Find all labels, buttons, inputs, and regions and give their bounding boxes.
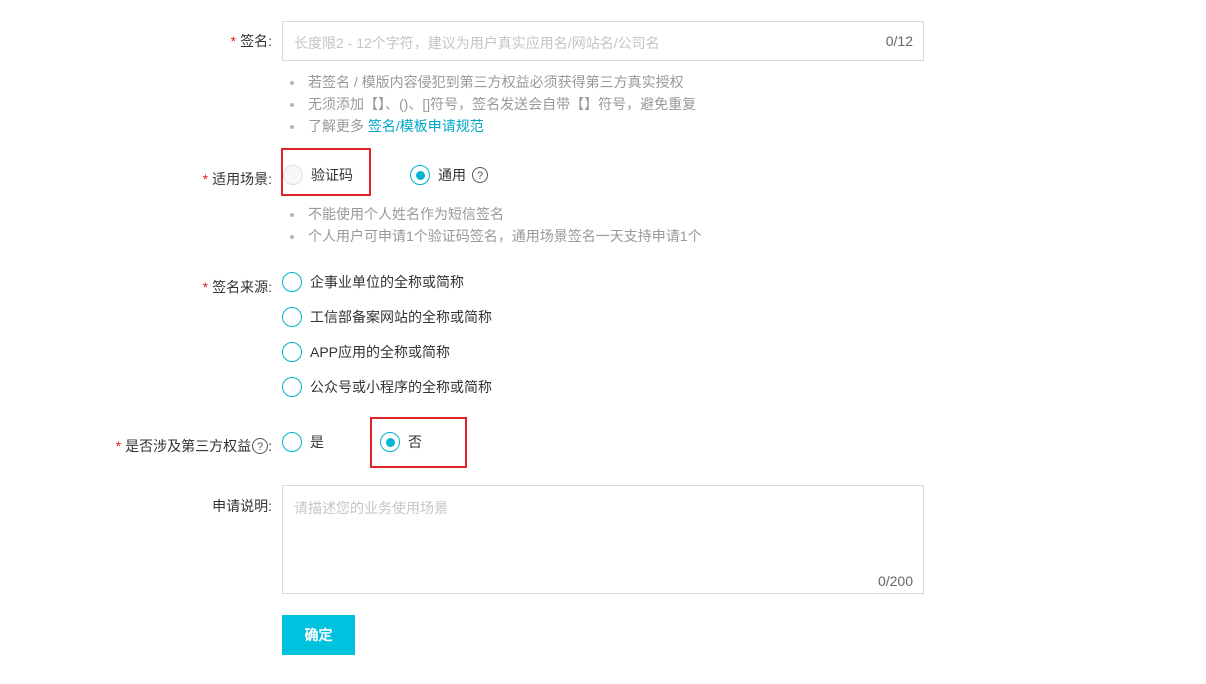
scenario-option-verification-code[interactable]: 验证码	[283, 164, 353, 186]
signature-label: * 签名:	[231, 31, 272, 51]
signature-char-counter: 0/12	[885, 33, 913, 49]
option-label: 企事业单位的全称或简称	[310, 274, 464, 290]
scenario-label: * 适用场景:	[203, 169, 272, 189]
required-mark: *	[202, 279, 209, 295]
required-mark: *	[230, 33, 237, 49]
source-label-text: 签名来源:	[212, 279, 272, 295]
hint-item: 若签名 / 模版内容侵犯到第三方权益必须获得第三方真实授权	[286, 71, 696, 93]
radio-dot	[385, 437, 395, 447]
option-label: 通用	[438, 167, 466, 183]
spec-link[interactable]: 签名/模板申请规范	[368, 118, 484, 134]
hint-item: 不能使用个人姓名作为短信签名	[286, 203, 702, 225]
description-placeholder: 请描述您的业务使用场景	[294, 500, 448, 516]
third-party-option-no[interactable]: 否	[380, 431, 422, 453]
signature-hints: 若签名 / 模版内容侵犯到第三方权益必须获得第三方真实授权 无须添加【】、()、…	[286, 71, 696, 137]
hint-item: 无须添加【】、()、[]符号，签名发送会自带【】符号，避免重复	[286, 93, 696, 115]
scenario-option-general[interactable]: 通用 ?	[410, 164, 488, 186]
option-label: 验证码	[311, 167, 353, 183]
source-option-enterprise[interactable]: 企事业单位的全称或简称	[282, 271, 464, 293]
radio-button[interactable]	[283, 165, 303, 185]
third-party-label-text: 是否涉及第三方权益	[125, 438, 252, 454]
radio-button[interactable]	[282, 272, 302, 292]
radio-button[interactable]	[380, 432, 400, 452]
help-icon[interactable]: ?	[252, 438, 269, 454]
hint-item: 个人用户可申请1个验证码签名，通用场景签名一天支持申请1个	[286, 225, 702, 247]
source-option-app[interactable]: APP应用的全称或简称	[282, 341, 450, 363]
description-label: 申请说明:	[212, 496, 272, 516]
description-textarea[interactable]: 请描述您的业务使用场景 0/200	[282, 485, 924, 594]
third-party-label: * 是否涉及第三方权益?:	[116, 436, 272, 456]
required-mark: *	[115, 438, 122, 454]
option-label: 工信部备案网站的全称或简称	[310, 309, 492, 325]
radio-dot	[415, 170, 425, 180]
third-party-option-yes[interactable]: 是	[282, 431, 324, 453]
signature-label-text: 签名:	[240, 33, 272, 49]
help-icon[interactable]: ?	[472, 167, 488, 183]
more-text: 了解更多	[308, 118, 368, 134]
scenario-label-text: 适用场景:	[212, 171, 272, 187]
source-option-official-account[interactable]: 公众号或小程序的全称或简称	[282, 376, 492, 398]
radio-button[interactable]	[410, 165, 430, 185]
option-label: 是	[310, 434, 324, 450]
radio-button[interactable]	[282, 307, 302, 327]
label-colon: :	[268, 438, 272, 454]
radio-button[interactable]	[282, 342, 302, 362]
signature-input[interactable]: 长度限2 - 12个字符，建议为用户真实应用名/网站名/公司名 0/12	[282, 21, 924, 61]
source-label: * 签名来源:	[203, 277, 272, 297]
option-label: 否	[408, 434, 422, 450]
radio-button[interactable]	[282, 377, 302, 397]
description-label-text: 申请说明:	[212, 498, 272, 514]
submit-button[interactable]: 确定	[282, 615, 355, 655]
source-option-website[interactable]: 工信部备案网站的全称或简称	[282, 306, 492, 328]
option-label: 公众号或小程序的全称或简称	[310, 379, 492, 395]
radio-button[interactable]	[282, 432, 302, 452]
scenario-hints: 不能使用个人姓名作为短信签名 个人用户可申请1个验证码签名，通用场景签名一天支持…	[286, 203, 702, 247]
option-label: APP应用的全称或简称	[310, 344, 451, 360]
description-char-counter: 0/200	[877, 573, 913, 589]
signature-placeholder: 长度限2 - 12个字符，建议为用户真实应用名/网站名/公司名	[294, 35, 660, 51]
required-mark: *	[202, 171, 209, 187]
hint-item: 了解更多 签名/模板申请规范	[286, 115, 696, 137]
